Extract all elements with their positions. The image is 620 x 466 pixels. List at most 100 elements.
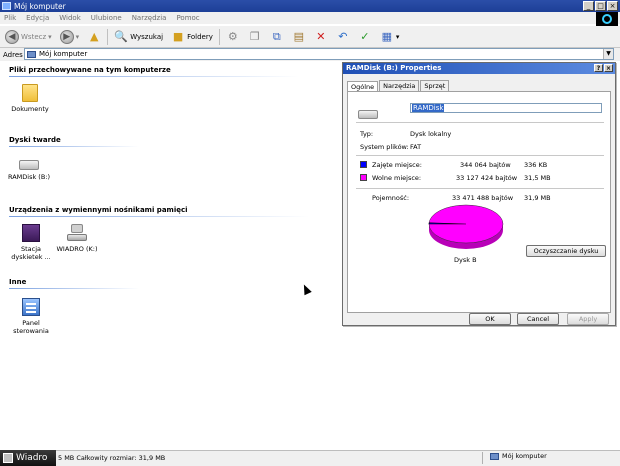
delete-button[interactable]: ✕ (312, 28, 330, 46)
address-dropdown-button[interactable]: ▼ (603, 49, 613, 59)
forward-button[interactable]: ▶ ▾ (58, 28, 82, 46)
drive-caption: Dysk B (454, 256, 477, 264)
dialog-title-bar: RAMDisk (B:) Properties ? × (343, 63, 615, 74)
drive-icon (3, 453, 13, 463)
general-tab-page: RAMDisk Typ: Dysk lokalny System plików:… (347, 91, 611, 313)
drive-name-value: RAMDisk (412, 104, 445, 112)
menu-tools[interactable]: Narzędzia (132, 14, 167, 22)
item-label: Panel sterowania (13, 319, 49, 335)
item-documents[interactable]: Dokumenty (7, 84, 53, 113)
free-size: 31,5 MB (524, 174, 551, 182)
delete-icon: ✕ (316, 30, 326, 43)
separator (107, 28, 109, 45)
chevron-down-icon: ▾ (395, 32, 400, 41)
apply-button[interactable]: Apply (567, 313, 609, 325)
copy-to-icon: ❐ (249, 30, 260, 43)
disk-usage-pie-chart (428, 204, 504, 249)
address-value: Mój komputer (39, 50, 88, 58)
windows-logo (596, 12, 618, 26)
paste-icon: ▤ (293, 30, 305, 43)
copy-to-button[interactable]: ❐ (246, 28, 264, 46)
address-field[interactable]: Mój komputer ▼ (24, 48, 614, 60)
folder-up-icon: ▲ (89, 30, 99, 43)
menu-bar: Plik Edycja Widok Ulubione Narzędzia Pom… (0, 12, 620, 24)
title-bar: Mój komputer _ □ × (0, 0, 620, 12)
item-label: RAMDisk (B:) (7, 173, 51, 181)
capacity-bytes: 33 471 488 bajtów (452, 194, 514, 202)
section-divider (9, 146, 139, 147)
search-icon: 🔍 (114, 30, 129, 43)
properties-icon: ✓ (360, 30, 370, 43)
capacity-size: 31,9 MB (524, 194, 551, 202)
ok-button[interactable]: OK (469, 313, 511, 325)
status-location-text: Mój komputer (502, 452, 547, 460)
menu-edit[interactable]: Edycja (26, 14, 49, 22)
section-divider (9, 76, 299, 77)
disk-cleanup-button[interactable]: Oczyszczanie dysku (526, 245, 606, 257)
filesystem-value: FAT (410, 143, 422, 151)
undo-button[interactable]: ↶ (334, 28, 352, 46)
divider (356, 122, 604, 123)
copy-button[interactable]: ⧉ (268, 28, 286, 46)
cancel-button[interactable]: Cancel (517, 313, 559, 325)
section-divider (9, 216, 309, 217)
paste-button[interactable]: ▤ (290, 28, 308, 46)
move-to-icon: ⚙ (227, 30, 238, 43)
free-label: Wolne miejsce: (372, 174, 422, 182)
folders-icon: ■ (172, 30, 184, 43)
used-label: Zajęte miejsce: (372, 161, 422, 169)
up-button[interactable]: ▲ (85, 28, 103, 46)
dialog-controls: ? × (594, 64, 613, 72)
item-floppy[interactable]: Stacja dyskietek ... (8, 224, 54, 261)
item-wiadro[interactable]: WIADRO (K:) (54, 224, 100, 253)
back-arrow-icon: ◀ (5, 29, 19, 44)
folder-icon (22, 84, 38, 102)
section-divider (9, 288, 139, 289)
folders-button[interactable]: ■ Foldery (169, 28, 215, 46)
hard-drive-icon (19, 160, 39, 170)
address-bar: Adres Mój komputer ▼ (0, 48, 620, 61)
properties-button[interactable]: ✓ (356, 28, 374, 46)
search-button[interactable]: 🔍 Wyszukaj (112, 28, 165, 46)
divider (356, 188, 604, 189)
views-button[interactable]: ▦ ▾ (378, 28, 402, 46)
section-other-title: Inne (9, 278, 27, 286)
item-control-panel[interactable]: Panel sterowania (8, 298, 54, 335)
menu-help[interactable]: Pomoc (176, 14, 199, 22)
menu-favorites[interactable]: Ulubione (91, 14, 122, 22)
close-button[interactable]: × (607, 1, 618, 11)
status-separator (482, 452, 483, 464)
back-button[interactable]: ◀ Wstecz ▾ (3, 28, 54, 46)
used-size: 336 KB (524, 161, 548, 169)
dialog-title: RAMDisk (B:) Properties (346, 64, 442, 72)
taskbar-button[interactable]: Wiadro (0, 450, 56, 466)
item-label: WIADRO (K:) (56, 245, 98, 253)
item-ramdisk[interactable]: RAMDisk (B:) (6, 154, 52, 181)
help-button[interactable]: ? (594, 64, 603, 72)
drive-name-input[interactable]: RAMDisk (410, 103, 602, 113)
my-computer-icon (27, 50, 36, 58)
dialog-close-button[interactable]: × (604, 64, 613, 72)
free-bytes: 33 127 424 bajtów (456, 174, 518, 182)
type-value: Dysk lokalny (410, 130, 452, 138)
window-title: Mój komputer (14, 1, 66, 11)
move-to-button[interactable]: ⚙ (224, 28, 242, 46)
item-label: Stacja dyskietek ... (11, 245, 51, 261)
separator (218, 28, 220, 45)
drive-icon (358, 104, 378, 119)
maximize-button[interactable]: □ (595, 1, 606, 11)
copy-icon: ⧉ (272, 29, 281, 43)
menu-file[interactable]: Plik (4, 14, 16, 22)
my-computer-icon (2, 2, 11, 10)
capacity-label: Pojemność: (372, 194, 410, 202)
divider (356, 155, 604, 156)
window-controls: _ □ × (583, 1, 618, 11)
toolbar: ◀ Wstecz ▾ ▶ ▾ ▲ 🔍 Wyszukaj ■ Foldery ⚙ … (0, 26, 620, 48)
menu-view[interactable]: Widok (59, 14, 81, 22)
section-files-title: Pliki przechowywane na tym komputerze (9, 66, 171, 74)
item-label: Dokumenty (11, 105, 49, 113)
address-label: Adres (3, 50, 23, 59)
minimize-button[interactable]: _ (583, 1, 594, 11)
undo-icon: ↶ (338, 30, 348, 43)
taskbar-label: Wiadro (16, 453, 48, 463)
